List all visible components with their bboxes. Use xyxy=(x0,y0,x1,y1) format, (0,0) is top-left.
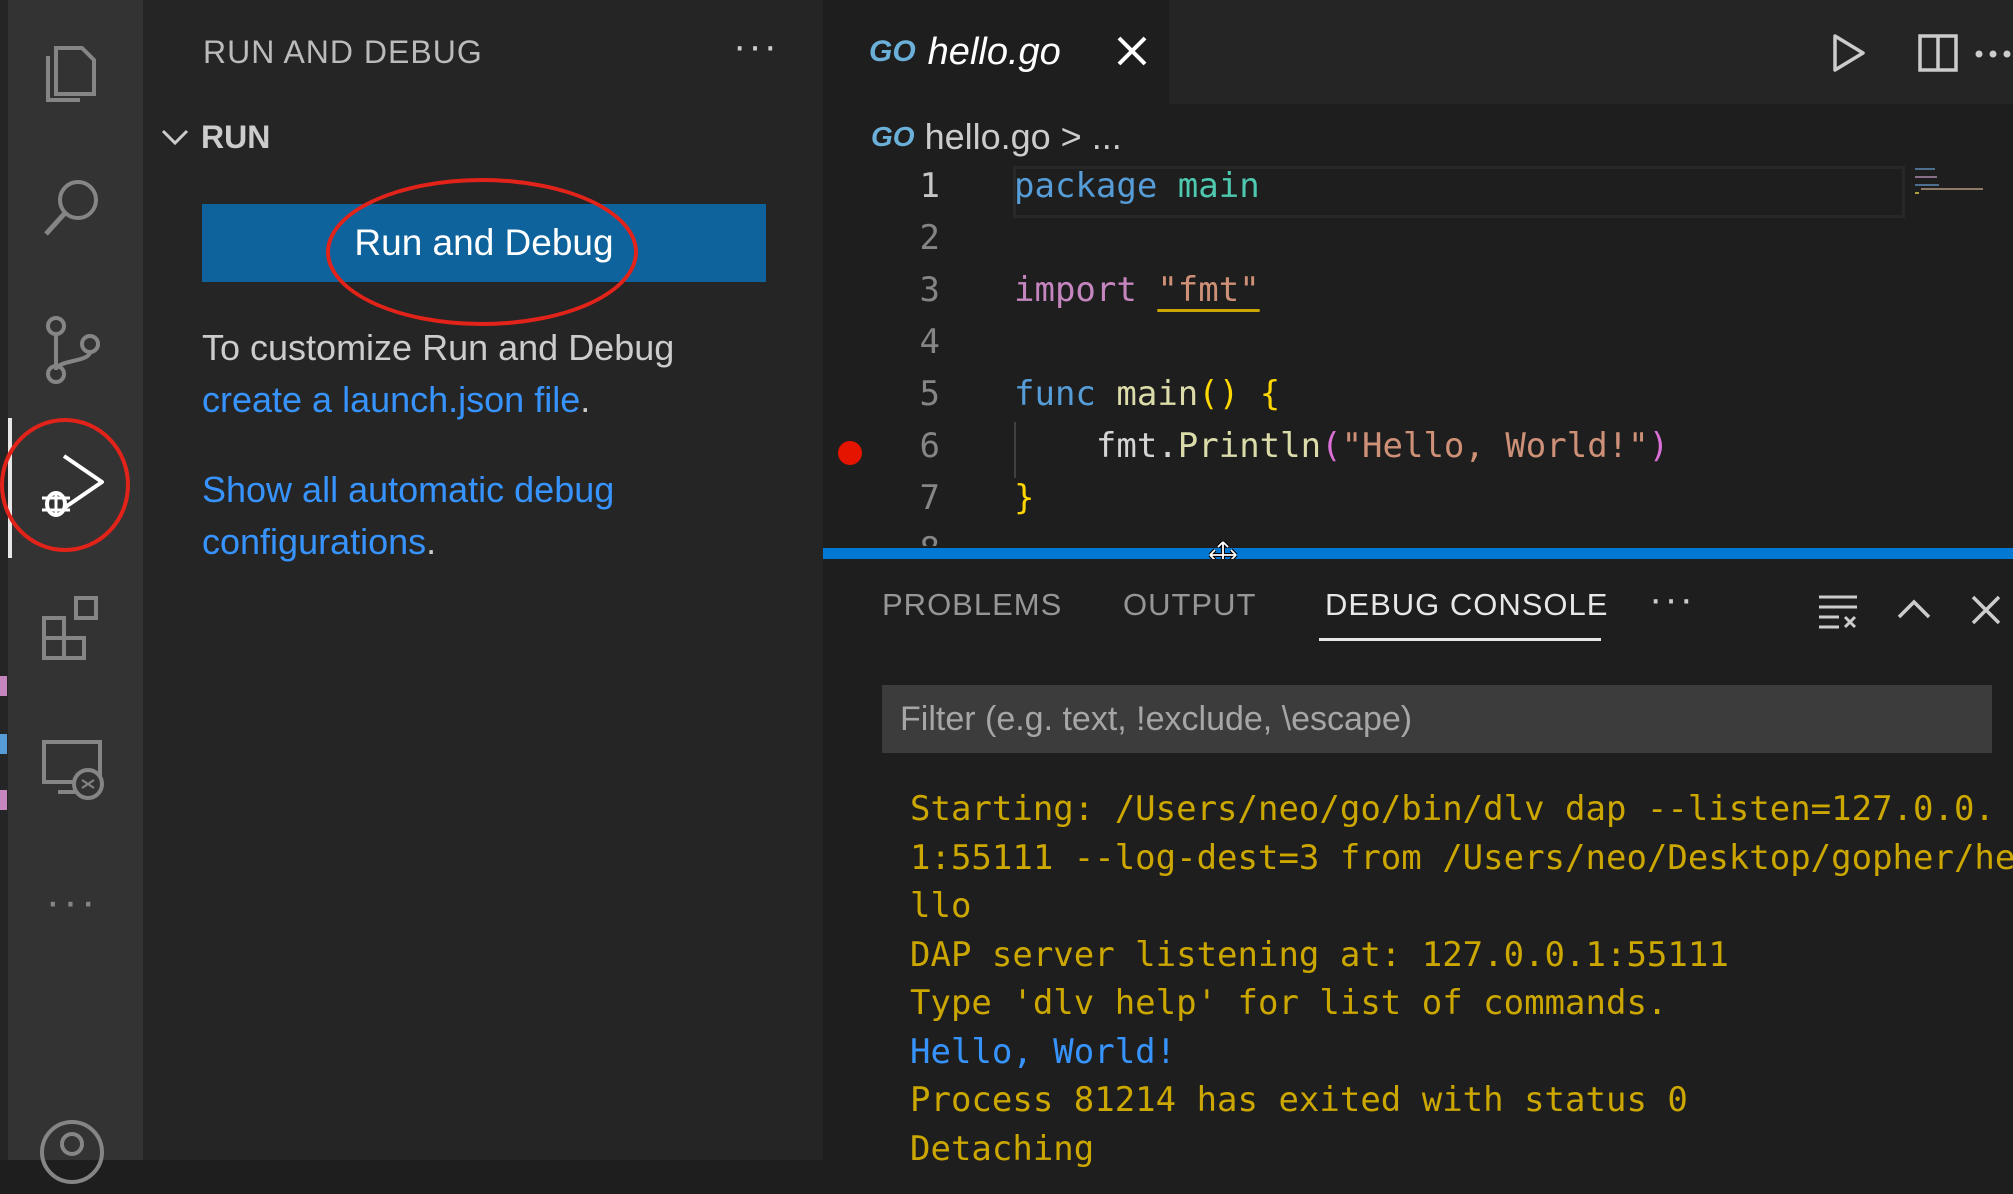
tab-problems[interactable]: PROBLEMS xyxy=(882,587,1062,623)
line-number: 7 xyxy=(919,478,940,518)
code-token: () xyxy=(1198,374,1240,414)
launch-suffix: . xyxy=(580,379,591,420)
console-line: Detaching xyxy=(910,1128,1095,1169)
panel-resize-sash[interactable] xyxy=(823,548,2013,559)
split-editor-icon[interactable] xyxy=(1913,28,1963,78)
sidebar-title: RUN AND DEBUG xyxy=(203,34,483,70)
console-line: Process 81214 has exited with status 0 xyxy=(910,1080,1688,1120)
tab-hello-go[interactable]: GO hello.go xyxy=(823,0,1169,104)
console-filter-input[interactable] xyxy=(882,685,1992,753)
show-configs-text: Show all automatic debug configurations. xyxy=(202,464,802,568)
code-token: main xyxy=(1177,166,1260,206)
breadcrumb-symbols[interactable]: ... xyxy=(1092,116,1122,158)
code-token: import xyxy=(1014,270,1137,310)
line-number: 1 xyxy=(919,166,940,206)
sidebar: RUN AND DEBUG ··· RUN Run and Debug To c… xyxy=(143,0,823,1160)
search-icon xyxy=(44,180,98,236)
edge-mark xyxy=(0,790,7,810)
create-launch-json-link[interactable]: create a launch.json file xyxy=(202,379,580,420)
console-line: Hello, World! xyxy=(910,1031,1177,1072)
customize-label: To customize Run and Debug xyxy=(202,327,675,368)
code-token: "Hello, World!" xyxy=(1341,426,1649,466)
code-token: package xyxy=(1014,166,1158,206)
tab-debug-console[interactable]: DEBUG CONSOLE xyxy=(1325,587,1608,623)
code-token: main xyxy=(1116,374,1199,414)
code-token: . xyxy=(1157,426,1178,466)
code-line-6[interactable]: fmt.Println("Hello, World!") xyxy=(1014,426,1669,466)
chevron-up-icon[interactable] xyxy=(1891,587,1937,633)
account-icon xyxy=(40,1120,104,1184)
code-token: func xyxy=(1014,374,1096,414)
line-number: 2 xyxy=(919,218,940,258)
console-line: DAP server listening at: 127.0.0.1:55111 xyxy=(910,934,1729,975)
code-line-7[interactable]: } xyxy=(1014,478,1034,518)
annotation-circle xyxy=(0,418,130,552)
breadcrumb[interactable]: GO hello.go > ... xyxy=(871,114,1122,160)
show-configs-suffix: . xyxy=(426,521,437,562)
search-button[interactable] xyxy=(30,166,114,250)
code-line-5[interactable]: func main() { xyxy=(1014,374,1280,414)
tab-output[interactable]: OUTPUT xyxy=(1123,587,1256,623)
console-line: Type 'dlv help' for list of commands. xyxy=(910,983,1668,1023)
more-actions-icon[interactable] xyxy=(1973,28,2013,78)
code-token: { xyxy=(1259,374,1281,414)
edge-mark xyxy=(0,676,7,696)
active-tab-indicator xyxy=(1319,638,1601,641)
panel-more-button[interactable]: ··· xyxy=(1649,577,1695,622)
tab-bar: GO hello.go xyxy=(823,0,2013,104)
run-section-header[interactable]: RUN xyxy=(157,114,270,160)
sidebar-more-button[interactable]: ··· xyxy=(733,24,779,69)
code-line-1[interactable]: package main xyxy=(1014,166,1260,206)
extensions-icon xyxy=(42,596,98,660)
code-token: ) xyxy=(1648,426,1670,466)
breadcrumb-separator: > xyxy=(1060,116,1082,157)
line-number: 8 xyxy=(823,530,940,546)
tab-label: hello.go xyxy=(927,30,1061,73)
close-panel-icon[interactable] xyxy=(1963,587,2009,633)
customize-text: To customize Run and Debug create a laun… xyxy=(202,322,802,426)
code-token: } xyxy=(1014,478,1035,518)
code-line-3[interactable]: import "fmt" xyxy=(1014,270,1260,310)
go-file-icon: GO xyxy=(871,121,915,152)
close-icon[interactable] xyxy=(1109,28,1155,74)
code-token: Println xyxy=(1177,426,1322,466)
console-line: llo xyxy=(910,886,972,926)
source-control-icon xyxy=(46,316,100,384)
remote-explorer-icon xyxy=(42,740,104,800)
explorer-button[interactable] xyxy=(30,28,114,112)
line-number: 5 xyxy=(919,374,940,414)
window-edge xyxy=(0,0,8,1160)
remote-explorer-button[interactable] xyxy=(30,726,114,810)
annotation-circle xyxy=(326,178,638,326)
code-token: ( xyxy=(1321,426,1342,466)
show-configs-link-cont[interactable]: configurations xyxy=(202,521,426,562)
run-section-label: RUN xyxy=(201,118,271,155)
editor: GO hello.go GO hello.go > ... 1 2 3 4 5 … xyxy=(823,0,2013,548)
bottom-panel: PROBLEMS OUTPUT DEBUG CONSOLE ··· Starti… xyxy=(823,559,2013,1169)
console-output: Starting: /Users/neo/go/bin/dlv dap --li… xyxy=(910,785,2013,1173)
breakpoint-marker[interactable] xyxy=(838,441,862,465)
chevron-down-icon xyxy=(161,129,189,146)
minimap[interactable] xyxy=(1909,166,1989,206)
run-icon[interactable] xyxy=(1823,28,1873,78)
extensions-button[interactable] xyxy=(30,584,114,668)
files-icon xyxy=(46,46,96,102)
more-icon[interactable]: ··· xyxy=(30,860,114,944)
console-line: Starting: /Users/neo/go/bin/dlv dap --li… xyxy=(910,789,1995,829)
accounts-button[interactable] xyxy=(30,1110,114,1194)
edge-mark xyxy=(0,734,7,754)
code-token: fmt xyxy=(1095,426,1158,466)
source-control-button[interactable] xyxy=(30,308,114,392)
activity-bar: ··· xyxy=(0,0,143,1184)
breadcrumb-file[interactable]: hello.go xyxy=(925,116,1051,158)
line-number: 3 xyxy=(919,270,940,310)
go-file-icon: GO xyxy=(869,35,916,68)
code-token: "fmt" xyxy=(1157,270,1260,310)
clear-console-icon[interactable] xyxy=(1815,587,1861,633)
console-line: 1:55111 --log-dest=3 from /Users/neo/Des… xyxy=(910,837,2013,878)
line-number: 4 xyxy=(919,322,940,362)
show-configs-link[interactable]: Show all automatic debug xyxy=(202,469,614,510)
